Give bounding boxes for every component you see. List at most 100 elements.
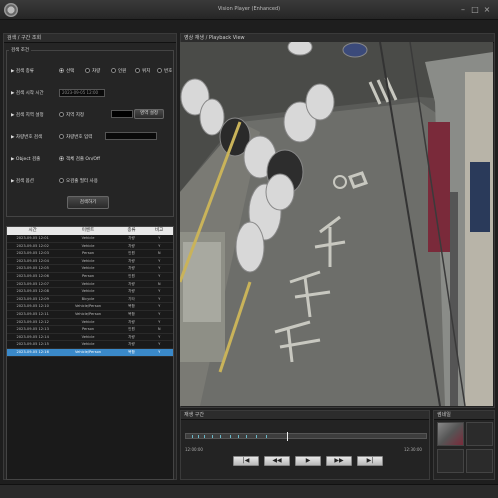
search-button[interactable]: 검색하기 — [67, 196, 109, 209]
table-row[interactable]: 2023-09-05 12:15 Vehicle 차량 Y — [7, 341, 173, 349]
table-cell: 복합 — [128, 349, 135, 354]
region-checkbox[interactable] — [59, 112, 64, 117]
object-checkbox[interactable] — [59, 156, 64, 161]
table-cell: 2023-09-05 12:12 — [16, 319, 49, 324]
table-cell: 2023-09-05 12:15 — [16, 342, 49, 347]
table-cell: N — [157, 327, 161, 332]
column-header[interactable]: 비고 — [145, 227, 173, 235]
first-frame-button[interactable]: |◀ — [233, 456, 259, 466]
table-cell: 2023-09-05 12:06 — [16, 273, 49, 278]
column-header[interactable]: 종류 — [118, 227, 146, 235]
search-type-option-4: 번호 — [164, 69, 173, 74]
table-row[interactable]: 2023-09-05 12:04 Vehicle 차량 Y — [7, 258, 173, 266]
table-row[interactable]: 2023-09-05 12:07 Vehicle 차량 N — [7, 281, 173, 289]
table-row[interactable]: 2023-09-05 12:13 Person 인원 N — [7, 326, 173, 334]
thumbnail-item[interactable] — [437, 449, 464, 473]
table-row[interactable]: 2023-09-05 12:10 Vehicle/Person 복합 Y — [7, 303, 173, 311]
plate-checkbox-label: 차량번호 입력 — [66, 135, 93, 140]
table-cell: N — [157, 251, 161, 256]
event-marker — [192, 435, 193, 438]
timeline-playhead[interactable] — [286, 432, 288, 441]
table-cell: Bicycle — [81, 296, 95, 301]
thumbnail-panel: 썸네일 — [433, 410, 495, 480]
table-cell: 2023-09-05 12:10 — [16, 304, 49, 309]
minimize-icon[interactable]: – — [458, 5, 468, 14]
event-marker — [230, 435, 231, 438]
filter-checkbox[interactable] — [59, 178, 64, 183]
table-cell: Vehicle — [81, 319, 95, 324]
search-type-radio-0[interactable] — [59, 68, 64, 73]
region-color-swatch — [111, 110, 133, 118]
search-type-radio-2[interactable] — [111, 68, 116, 73]
table-cell: Y — [158, 334, 161, 339]
fast-forward-button[interactable]: ▶▶ — [326, 456, 352, 466]
table-cell: 차량 — [128, 342, 135, 347]
search-type-radio-4[interactable] — [157, 68, 162, 73]
search-type-radio-3[interactable] — [135, 68, 140, 73]
table-row[interactable]: 2023-09-05 12:01 Vehicle 차량 Y — [7, 235, 173, 243]
table-cell: 기타 — [128, 296, 135, 301]
table-cell: Person — [81, 251, 95, 256]
table-row[interactable]: 2023-09-05 12:12 Vehicle 차량 Y — [7, 319, 173, 327]
table-row[interactable]: 2023-09-05 12:16 Vehicle/Person 복합 Y — [7, 348, 173, 357]
window-title: Vision Player (Enhanced) — [217, 6, 281, 12]
table-row[interactable]: 2023-09-05 12:08 Vehicle 차량 Y — [7, 288, 173, 296]
table-row[interactable]: 2023-09-05 12:02 Vehicle 차량 Y — [7, 243, 173, 251]
region-checkbox-label: 지역 지정 — [66, 113, 84, 118]
table-cell: Y — [158, 258, 161, 263]
table-row[interactable]: 2023-09-05 12:11 Vehicle/Person 복합 Y — [7, 311, 173, 319]
filter-label: ▶ 검색 옵션 — [11, 179, 34, 184]
table-cell: Vehicle/Person — [74, 311, 102, 316]
event-marker — [238, 435, 239, 438]
event-marker — [266, 435, 267, 438]
table-cell: Vehicle — [81, 266, 95, 271]
status-bar — [0, 484, 498, 498]
table-cell: Vehicle — [81, 342, 95, 347]
plate-checkbox[interactable] — [59, 134, 64, 139]
table-cell: 인원 — [128, 251, 135, 256]
table-cell: Y — [158, 342, 161, 347]
time-end: 12:30:00 — [404, 447, 422, 452]
table-cell: Vehicle/Person — [74, 349, 102, 354]
table-cell: 2023-09-05 12:13 — [16, 327, 49, 332]
thumbnail-item[interactable] — [466, 422, 493, 446]
column-header[interactable]: 이벤트 — [58, 227, 117, 235]
cctv-street-image — [180, 42, 493, 406]
table-row[interactable]: 2023-09-05 12:03 Person 인원 N — [7, 250, 173, 258]
timeline-panel: 재생 구간 — [180, 410, 430, 480]
title-bar: Vision Player (Enhanced) – □ × — [0, 0, 498, 20]
thumbnail-item[interactable] — [466, 449, 493, 473]
group-title: 검색 조건 — [9, 47, 31, 53]
filter-checkbox-label: 오검출 필터 사용 — [66, 179, 98, 184]
maximize-icon[interactable]: □ — [470, 5, 480, 14]
search-type-radio-1[interactable] — [85, 68, 90, 73]
result-list: 시간 이벤트 종류 비고 2023-09-05 12:01 Vehicle 차량 Y 2… — [6, 226, 174, 480]
table-cell: 2023-09-05 12:14 — [16, 334, 49, 339]
table-cell: 차량 — [128, 281, 135, 286]
close-icon[interactable]: × — [482, 5, 492, 14]
rewind-button[interactable]: ◀◀ — [264, 456, 290, 466]
timeline-track[interactable] — [185, 432, 427, 441]
table-row[interactable]: 2023-09-05 12:06 Person 인원 Y — [7, 273, 173, 281]
search-type-label: ▶ 검색 종류 — [11, 69, 34, 74]
table-cell: Vehicle — [81, 289, 95, 294]
last-frame-button[interactable]: ▶| — [357, 456, 383, 466]
table-cell: Y — [158, 289, 161, 294]
video-frame[interactable] — [180, 42, 493, 406]
table-cell: Y — [158, 349, 161, 354]
play-button[interactable]: ▶ — [295, 456, 321, 466]
search-type-option-3: 위치 — [142, 69, 151, 74]
table-cell: 2023-09-05 12:09 — [16, 296, 49, 301]
plate-input[interactable] — [105, 132, 157, 140]
table-row[interactable]: 2023-09-05 12:14 Vehicle 차량 Y — [7, 334, 173, 342]
table-cell: 2023-09-05 12:07 — [16, 281, 49, 286]
column-header[interactable]: 시간 — [7, 227, 58, 235]
table-cell: 2023-09-05 12:05 — [16, 266, 49, 271]
start-time-field[interactable]: 2023-09-05 12:00 — [59, 89, 105, 97]
table-row[interactable]: 2023-09-05 12:09 Bicycle 기타 Y — [7, 296, 173, 304]
table-row[interactable]: 2023-09-05 12:05 Vehicle 차량 Y — [7, 265, 173, 273]
table-cell: Person — [81, 273, 95, 278]
thumbnail-item[interactable] — [437, 422, 464, 446]
region-setup-button[interactable]: 영역 설정 — [134, 109, 164, 119]
plate-label: ▶ 차량번호 검색 — [11, 135, 43, 140]
